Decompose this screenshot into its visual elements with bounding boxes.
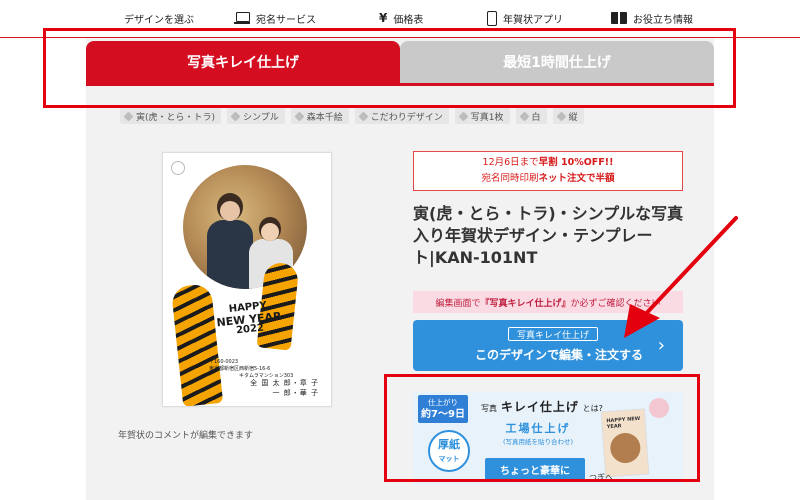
nav-label: デザインを選ぶ bbox=[124, 14, 194, 26]
tag-item[interactable]: こだわりデザイン bbox=[354, 108, 449, 124]
tag-item[interactable]: シンプル bbox=[227, 108, 285, 124]
tab-label: 写真キレイ仕上げ bbox=[187, 55, 299, 71]
tag-label: 写真1枚 bbox=[470, 112, 504, 123]
tag-icon bbox=[519, 111, 529, 121]
tab-underline bbox=[86, 83, 714, 86]
mat-text: 厚紙 bbox=[438, 438, 460, 451]
tag-list: 寅(虎・とら・トラ) シンプル 森本千絵 こだわりデザイン 写真1枚 白 縦 bbox=[120, 108, 584, 124]
banner-heading: 写真 キレイ仕上げ とは? bbox=[481, 398, 603, 415]
tab-label: 最短1時間仕上げ bbox=[503, 55, 611, 71]
child-figure bbox=[220, 201, 240, 221]
tag-item[interactable]: 写真1枚 bbox=[454, 108, 510, 124]
next-label: つぎへ bbox=[589, 473, 613, 482]
tag-label: 森本千絵 bbox=[306, 112, 343, 123]
yen-icon: ¥ bbox=[379, 11, 388, 25]
card-preview: HAPPY NEW YEAR 2022 〒160-0023 東京都新宿区西新宿5… bbox=[162, 152, 332, 407]
tab-one-hour-finish[interactable]: 最短1時間仕上げ bbox=[400, 41, 714, 83]
warning-text: 編集画面で bbox=[435, 298, 481, 309]
sender-address: 〒160-0023 東京都新宿区西新宿5-16-6 キタムラマンション303 全… bbox=[209, 359, 319, 398]
tag-label: 縦 bbox=[568, 112, 578, 123]
sample-card-thumbnail: HAPPY NEW YEAR bbox=[600, 408, 650, 478]
stamp-decoration bbox=[649, 398, 669, 418]
heading-small: 写真 bbox=[481, 404, 497, 413]
nav-item-choose-design[interactable]: デザインを選ぶ bbox=[104, 9, 194, 27]
photo-finish-info-banner[interactable]: 仕上がり 約7〜9日 写真 キレイ仕上げ とは? 厚紙 マット 工場仕上げ (写… bbox=[413, 392, 683, 485]
nav-label: 価格表 bbox=[393, 14, 424, 26]
tag-icon bbox=[556, 111, 566, 121]
nav-item-address-service[interactable]: 宛名サービス bbox=[234, 9, 316, 27]
tag-icon bbox=[458, 111, 469, 121]
tag-label: 白 bbox=[531, 112, 541, 123]
warning-highlight: 『写真キレイ仕上げ』 bbox=[480, 298, 571, 309]
grid-icon bbox=[104, 11, 118, 25]
comment-editable-note: 年賀状のコメントが編集できます bbox=[118, 431, 254, 441]
tag-label: こだわりデザイン bbox=[370, 112, 443, 123]
matte-paper-badge: 厚紙 マット bbox=[428, 430, 470, 472]
heading-main: キレイ仕上げ bbox=[500, 400, 579, 414]
nav-item-price-list[interactable]: ¥ 価格表 bbox=[379, 9, 423, 27]
nav-item-app[interactable]: 年賀状アプリ bbox=[487, 9, 563, 27]
smartphone-icon bbox=[487, 10, 497, 26]
promo-box: 12月6日まで早割 10%OFF!! 宛名同時印刷ネット注文で半額 bbox=[413, 151, 683, 191]
warning-notice: 編集画面で 『写真キレイ仕上げ』 か必ずご確認ください bbox=[413, 291, 683, 313]
delivery-badge: 仕上がり 約7〜9日 bbox=[418, 395, 468, 423]
tag-icon bbox=[294, 111, 305, 121]
cta-main-label: このデザインで編集・注文する bbox=[474, 348, 643, 362]
luxury-label: ちょっと豪華に bbox=[485, 458, 585, 480]
promo-line: 12月6日まで早割 10%OFF!! bbox=[414, 155, 682, 171]
thumbnail-text: HAPPY NEW YEAR bbox=[606, 415, 641, 431]
badge-text: 仕上がり bbox=[428, 398, 458, 407]
tag-label: シンプル bbox=[243, 112, 279, 123]
top-navigation: デザインを選ぶ 宛名サービス ¥ 価格表 年賀状アプリ お役立ち情報 bbox=[0, 0, 800, 36]
chevron-right-icon: › bbox=[657, 335, 665, 356]
promo-text: 宛名同時印刷 bbox=[481, 173, 539, 184]
tag-item[interactable]: 白 bbox=[515, 108, 547, 124]
cta-sub-label: 写真キレイ仕上げ bbox=[508, 327, 599, 341]
tag-icon bbox=[230, 111, 241, 121]
tag-item[interactable]: 森本千絵 bbox=[290, 108, 349, 124]
logo-mark-icon bbox=[171, 161, 185, 175]
product-title: 寅(虎・とら・トラ)・シンプルな写真入り年賀状デザイン・テンプレート|KAN-1… bbox=[413, 204, 684, 267]
sender-names: 一 郎・華 子 bbox=[272, 388, 319, 397]
nav-label: お役立ち情報 bbox=[633, 14, 693, 26]
nav-label: 宛名サービス bbox=[256, 14, 316, 26]
edit-order-button[interactable]: 写真キレイ仕上げ このデザインで編集・注文する › bbox=[413, 320, 683, 371]
factory-finish-note: (写真用紙を貼り合わせ) bbox=[502, 438, 574, 446]
badge-days: 約7〜9日 bbox=[421, 409, 465, 420]
postal-code: 〒160-0023 bbox=[209, 359, 239, 365]
sender-names: 全 国 太 郎・章 子 bbox=[250, 379, 319, 388]
promo-line: 宛名同時印刷ネット注文で半額 bbox=[414, 171, 682, 187]
tag-label: 寅(虎・とら・トラ) bbox=[136, 112, 216, 123]
promo-discount: 早割 10%OFF!! bbox=[538, 157, 614, 168]
tag-item[interactable]: 縦 bbox=[552, 108, 584, 124]
tab-photo-finish[interactable]: 写真キレイ仕上げ bbox=[86, 41, 400, 83]
tag-icon bbox=[123, 111, 134, 121]
promo-text: 12月6日まで bbox=[482, 157, 539, 168]
nav-item-useful-info[interactable]: お役立ち情報 bbox=[611, 9, 693, 27]
child-figure bbox=[207, 220, 253, 289]
address-line: 東京都新宿区西新宿5-16-6 bbox=[209, 365, 271, 372]
thumbnail-photo bbox=[609, 431, 642, 464]
factory-finish-label: 工場仕上げ bbox=[505, 422, 571, 435]
tag-icon bbox=[358, 111, 369, 121]
promo-discount: ネット注文で半額 bbox=[538, 173, 615, 184]
nav-label: 年賀状アプリ bbox=[503, 14, 563, 26]
book-icon bbox=[611, 12, 627, 24]
child-figure bbox=[261, 223, 279, 241]
tag-item[interactable]: 寅(虎・とら・トラ) bbox=[120, 108, 222, 124]
warning-text: か必ずご確認ください bbox=[570, 298, 661, 309]
mat-text: マット bbox=[438, 455, 460, 463]
laptop-icon bbox=[234, 12, 250, 24]
